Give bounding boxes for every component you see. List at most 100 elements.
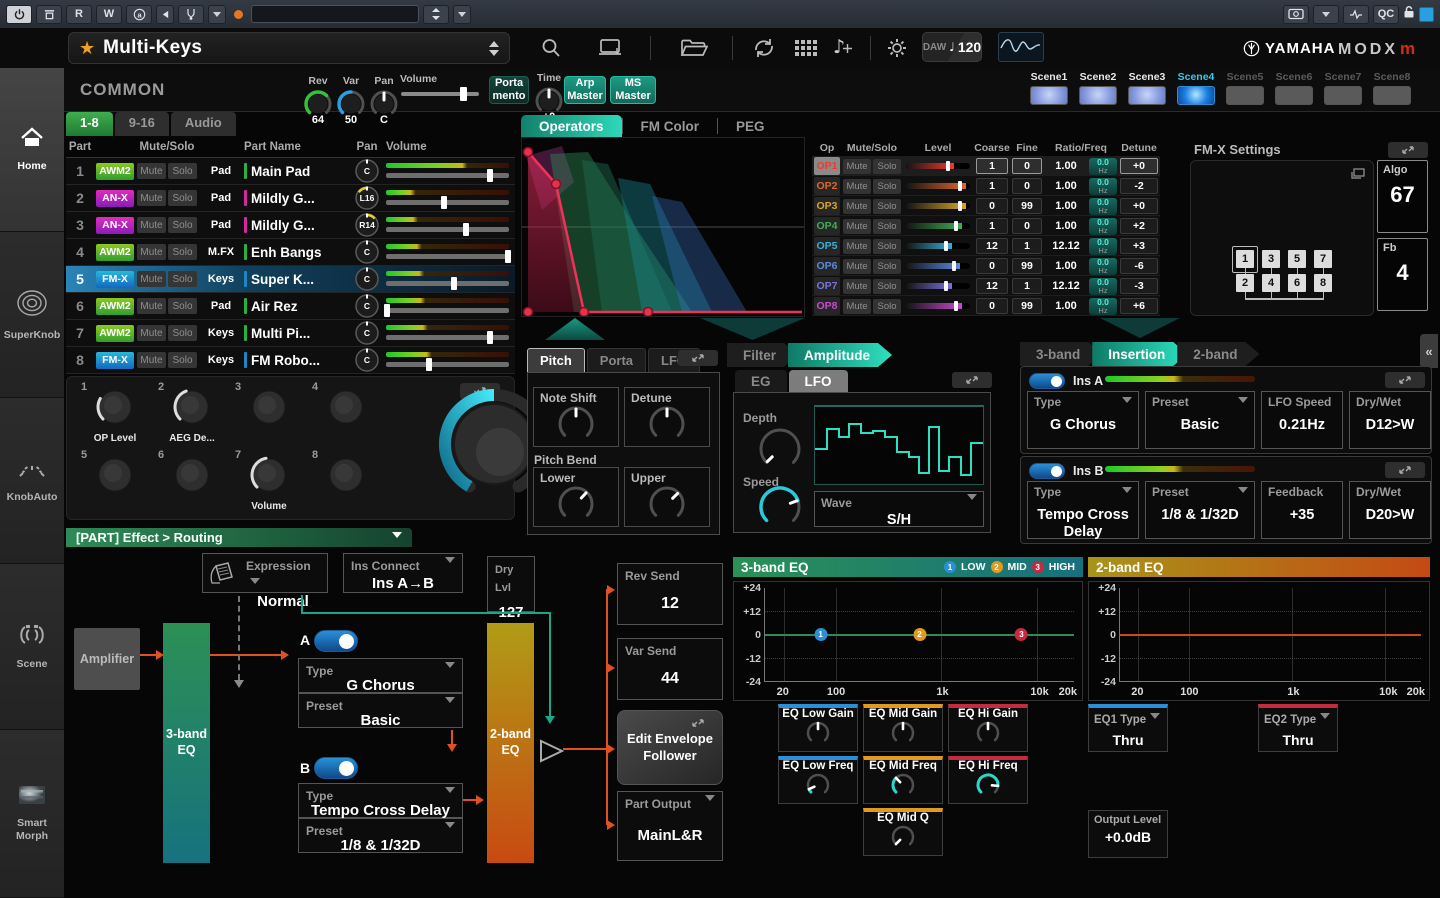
write-button[interactable]: W bbox=[96, 5, 122, 24]
operator-label[interactable]: OP6 bbox=[814, 257, 840, 275]
volume-slider[interactable] bbox=[386, 362, 509, 367]
assign-knob-5[interactable]: 5 bbox=[79, 449, 156, 517]
mute-button[interactable]: Mute bbox=[137, 244, 166, 260]
volume-handle[interactable] bbox=[463, 223, 469, 236]
part-output-select[interactable]: Part Output MainL&R bbox=[617, 791, 723, 861]
scene-button-scene5[interactable]: Scene5 bbox=[1226, 71, 1264, 105]
eq3-graph[interactable]: +24+120-12-24123201001k10k20k bbox=[733, 581, 1083, 701]
sidebar-item-home[interactable]: Home bbox=[0, 68, 64, 232]
level-handle[interactable] bbox=[954, 221, 958, 231]
stop-button[interactable] bbox=[36, 5, 62, 24]
eq2-type-select[interactable]: EQ2 Type Thru bbox=[1258, 704, 1338, 752]
solo-button[interactable]: Solo bbox=[873, 239, 901, 254]
expand-icon[interactable] bbox=[1385, 372, 1425, 388]
fine-value[interactable]: 99 bbox=[1012, 258, 1042, 274]
ms-master-button[interactable]: MSMaster bbox=[610, 76, 656, 104]
operator-row[interactable]: OP5MuteSolo12112.120.0Hz+3 bbox=[812, 236, 1160, 256]
detune-knob[interactable]: Detune bbox=[624, 387, 710, 447]
detune-value[interactable]: -2 bbox=[1120, 178, 1158, 194]
pan-knob[interactable]: C bbox=[354, 266, 380, 292]
knob-eq-mid-freq[interactable]: EQ Mid Freq bbox=[863, 756, 943, 804]
solo-button[interactable]: Solo bbox=[168, 352, 197, 368]
lfo-speed-knob[interactable] bbox=[758, 485, 802, 529]
part-row[interactable]: 6AWM2MuteSoloPadAir RezC bbox=[66, 293, 515, 320]
level-handle[interactable] bbox=[952, 261, 956, 271]
lfo-depth-knob[interactable] bbox=[758, 427, 802, 471]
mute-button[interactable]: Mute bbox=[843, 179, 871, 194]
knob-eq-hi-freq[interactable]: EQ Hi Freq bbox=[948, 756, 1028, 804]
tab-peg[interactable]: PEG bbox=[718, 115, 783, 138]
field-feedback[interactable]: Feedback+35 bbox=[1261, 481, 1343, 539]
scene-button-scene2[interactable]: Scene2 bbox=[1079, 71, 1117, 105]
solo-button[interactable]: Solo bbox=[168, 190, 197, 206]
knob-eq-hi-gain[interactable]: EQ Hi Gain bbox=[948, 704, 1028, 752]
solo-button[interactable]: Solo bbox=[168, 163, 197, 179]
volume-control[interactable] bbox=[386, 185, 509, 211]
expand-icon[interactable] bbox=[678, 350, 718, 366]
pitch-bend-lower-knob[interactable]: Lower bbox=[533, 467, 619, 527]
pulse-icon[interactable] bbox=[1343, 5, 1369, 24]
assign-knob-4[interactable]: 4 bbox=[310, 381, 387, 449]
mute-button[interactable]: Mute bbox=[137, 190, 166, 206]
operator-label[interactable]: OP4 bbox=[814, 217, 840, 235]
eq3-block[interactable]: 3-band EQ bbox=[163, 623, 210, 863]
solo-button[interactable]: Solo bbox=[168, 217, 197, 233]
level-slider[interactable] bbox=[906, 176, 970, 196]
algorithm-box[interactable]: Algo 67 bbox=[1377, 160, 1428, 233]
grid-view-icon[interactable] bbox=[795, 40, 817, 62]
waveform-monitor[interactable] bbox=[998, 32, 1044, 62]
field-dry-wet[interactable]: Dry/WetD20>W bbox=[1349, 481, 1431, 539]
mute-button[interactable]: Mute bbox=[843, 259, 871, 274]
type-a-select[interactable]: Type G Chorus bbox=[298, 658, 463, 693]
quick-control-button[interactable]: QC bbox=[1373, 5, 1399, 24]
volume-handle[interactable] bbox=[426, 358, 432, 371]
level-slider[interactable] bbox=[906, 236, 970, 256]
level-slider[interactable] bbox=[906, 216, 970, 236]
operator-row[interactable]: OP6MuteSolo0991.000.0Hz-6 bbox=[812, 256, 1160, 276]
dropdown-button[interactable] bbox=[208, 5, 226, 24]
scene-pad[interactable] bbox=[1324, 86, 1362, 105]
volume-control[interactable] bbox=[386, 266, 509, 292]
ins-connect-select[interactable]: Ins Connect Ins A→B bbox=[343, 553, 463, 593]
mute-button[interactable]: Mute bbox=[137, 271, 166, 287]
fine-value[interactable]: 99 bbox=[1012, 198, 1042, 214]
operator-label[interactable]: OP5 bbox=[814, 237, 840, 255]
solo-button[interactable]: Solo bbox=[873, 259, 901, 274]
portamento-button[interactable]: Portamento bbox=[489, 76, 529, 104]
sync-icon[interactable] bbox=[752, 37, 776, 64]
sidebar-item-knobauto[interactable]: KnobAuto bbox=[0, 398, 64, 564]
note-shift-knob[interactable]: Note Shift bbox=[533, 387, 619, 447]
assign-knob-6[interactable]: 6 bbox=[156, 449, 233, 517]
volume-control[interactable] bbox=[386, 239, 509, 265]
expression-select[interactable]: Expression Normal bbox=[202, 553, 328, 593]
assign-knob-8[interactable]: 8 bbox=[310, 449, 387, 517]
tab-2-band[interactable]: 2-band bbox=[1177, 342, 1259, 366]
detune-value[interactable]: +6 bbox=[1120, 298, 1158, 314]
tab-amplitude[interactable]: Amplitude bbox=[788, 343, 892, 367]
scene-pad[interactable] bbox=[1030, 86, 1068, 105]
level-handle[interactable] bbox=[944, 241, 948, 251]
auto-icon[interactable]: a bbox=[126, 5, 152, 24]
branch-icon[interactable] bbox=[178, 5, 204, 24]
fine-value[interactable]: 1 bbox=[1012, 238, 1042, 254]
stepper-buttons[interactable] bbox=[423, 5, 449, 24]
fine-value[interactable]: 0 bbox=[1012, 158, 1042, 174]
common-volume-slider[interactable] bbox=[401, 92, 479, 96]
daw-tempo-button[interactable]: DAW ♩ 120 bbox=[922, 32, 982, 62]
level-handle[interactable] bbox=[946, 161, 950, 171]
scene-pad[interactable] bbox=[1275, 86, 1313, 105]
operator-row[interactable]: OP2MuteSolo101.000.0Hz-2 bbox=[812, 176, 1160, 196]
eq2-graph[interactable]: +24+120-12-24201001k10k20k bbox=[1088, 581, 1430, 701]
fine-value[interactable]: 1 bbox=[1012, 278, 1042, 294]
operator-label[interactable]: OP3 bbox=[814, 197, 840, 215]
knob-eq-mid-q[interactable]: EQ Mid Q bbox=[863, 808, 943, 856]
snapshot-dropdown[interactable] bbox=[1313, 5, 1339, 24]
level-slider[interactable] bbox=[906, 276, 970, 296]
level-slider[interactable] bbox=[906, 296, 970, 316]
tab-filter[interactable]: Filter bbox=[727, 343, 798, 367]
solo-button[interactable]: Solo bbox=[873, 279, 901, 294]
level-handle[interactable] bbox=[958, 201, 962, 211]
part-row[interactable]: 4AWM2MuteSoloM.FXEnh BangsC bbox=[66, 239, 515, 266]
tab-eg[interactable]: EG bbox=[735, 370, 787, 393]
knob-eq-low-freq[interactable]: EQ Low Freq bbox=[778, 756, 858, 804]
